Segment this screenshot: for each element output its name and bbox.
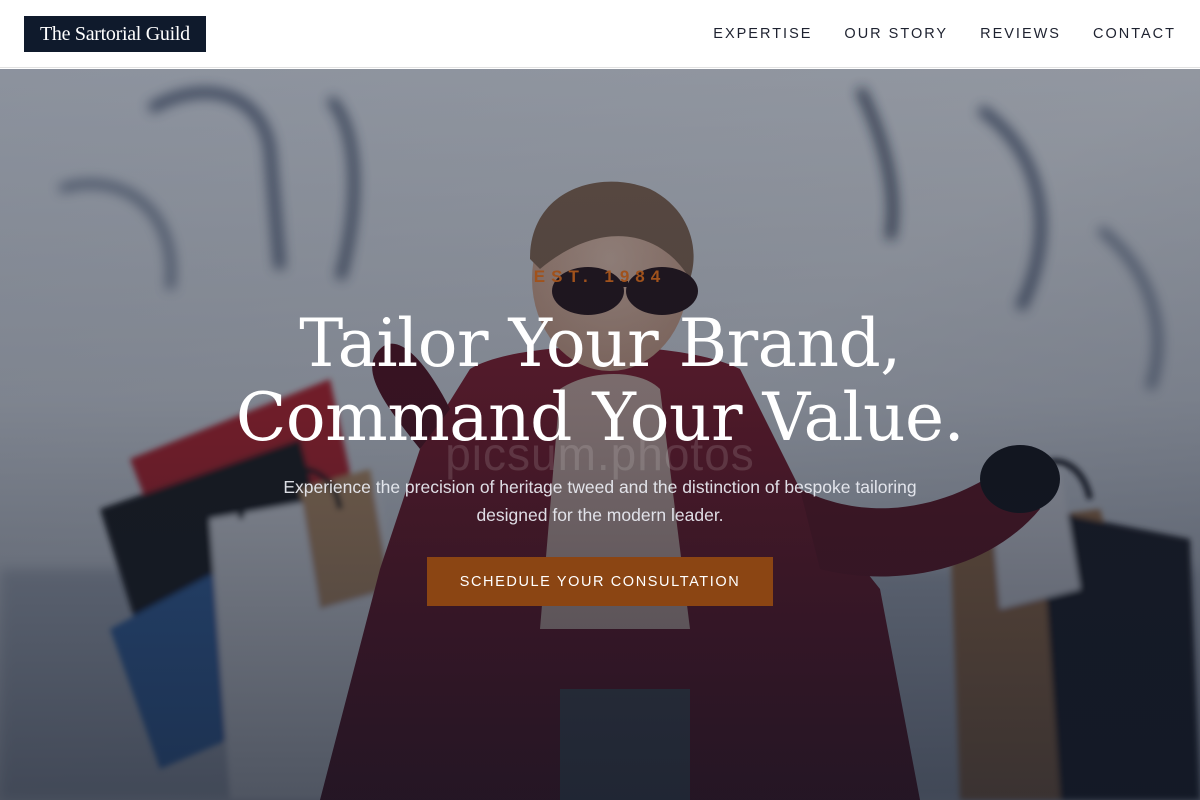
hero-subtext: Experience the precision of heritage twe… [283,477,917,525]
headline-line-2: Command Your Value. [235,379,965,456]
nav-reviews[interactable]: REVIEWS [980,26,1061,42]
nav-expertise[interactable]: EXPERTISE [713,26,812,42]
established-label: EST. 1984 [533,267,667,286]
hero-content: EST. 1984 Tailor Your Brand, Command You… [0,69,1200,800]
brand-logo[interactable]: The Sartorial Guild [24,16,206,52]
site-header: The Sartorial Guild EXPERTISE OUR STORY … [0,0,1200,68]
hero-section: picsum.photos EST. 1984 Tailor Your Bran… [0,69,1200,800]
nav-contact[interactable]: CONTACT [1093,26,1176,42]
main-nav: EXPERTISE OUR STORY REVIEWS CONTACT [713,0,1176,68]
headline-line-1: Tailor Your Brand, [299,305,901,382]
hero-headline: Tailor Your Brand, Command Your Value. [100,307,1100,455]
nav-our-story[interactable]: OUR STORY [844,26,948,42]
schedule-consultation-button[interactable]: SCHEDULE YOUR CONSULTATION [427,557,773,606]
